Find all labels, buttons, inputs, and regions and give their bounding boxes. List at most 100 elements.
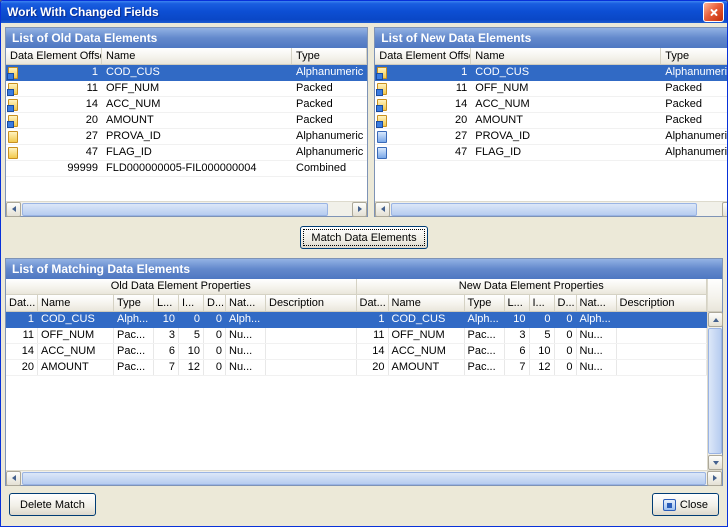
old-panel-title: List of Old Data Elements (6, 28, 367, 48)
offset-value: 14 (455, 97, 467, 112)
offset-cell: 47 (375, 145, 471, 160)
matching-row[interactable]: 11OFF_NUMPac...350Nu...11OFF_NUMPac...35… (6, 328, 707, 344)
match-button-row: Match Data Elements (5, 226, 723, 249)
scroll-left-button[interactable] (375, 202, 390, 217)
delete-match-button[interactable]: Delete Match (9, 493, 96, 516)
scroll-up-button[interactable] (708, 312, 723, 327)
work-with-changed-fields-dialog: Work With Changed Fields List of Old Dat… (0, 0, 728, 527)
name-cell: PROVA_ID (471, 129, 661, 144)
old-list-row[interactable]: 47FLAG_IDAlphanumeric (6, 145, 367, 161)
old-d-cell: 0 (204, 328, 226, 343)
key-field-icon (377, 83, 387, 95)
new-horizontal-scrollbar[interactable] (375, 201, 728, 216)
new-list-row[interactable]: 27PROVA_IDAlphanumeric (375, 129, 728, 145)
scroll-right-button[interactable] (352, 202, 367, 217)
old-list-row[interactable]: 20AMOUNTPacked (6, 113, 367, 129)
old-col-header-2[interactable]: Type (114, 295, 154, 311)
new-name-cell: OFF_NUM (389, 328, 465, 343)
top-panels: List of Old Data Elements Data Element O… (5, 27, 723, 217)
new-list-row[interactable]: 20AMOUNTPacked (375, 113, 728, 129)
old-horizontal-scrollbar[interactable] (6, 201, 367, 216)
old-col-name[interactable]: Name (102, 48, 292, 64)
old-nat-cell: Nu... (226, 328, 266, 343)
type-cell: Packed (292, 113, 367, 128)
scroll-thumb[interactable] (391, 203, 697, 216)
old-col-header-6[interactable]: Nat... (226, 295, 266, 311)
matching-panel-title: List of Matching Data Elements (6, 259, 722, 279)
close-button[interactable]: Close (652, 493, 719, 516)
scroll-thumb[interactable] (708, 328, 722, 454)
old-list-body: 1COD_CUSAlphanumeric11OFF_NUMPacked14ACC… (6, 65, 367, 201)
new-list-body: 1COD_CUSAlphanumeric11OFF_NUMPacked14ACC… (375, 65, 728, 201)
new-col-header-1[interactable]: Name (389, 295, 465, 311)
new-l-cell: 6 (505, 344, 530, 359)
scroll-left-button[interactable] (6, 202, 21, 217)
scroll-thumb[interactable] (22, 203, 328, 216)
matching-row[interactable]: 1COD_CUSAlph...1000Alph...1COD_CUSAlph..… (6, 312, 707, 328)
old-col-header-4[interactable]: I... (179, 295, 204, 311)
scroll-down-button[interactable] (708, 455, 723, 470)
new-list-row[interactable]: 14ACC_NUMPacked (375, 97, 728, 113)
old-name-cell: AMOUNT (38, 360, 114, 375)
offset-value: 99999 (67, 161, 98, 176)
type-cell: Packed (661, 81, 728, 96)
offset-cell: 47 (6, 145, 102, 160)
new-list-row[interactable]: 47FLAG_IDAlphanumeric (375, 145, 728, 161)
new-l-cell: 3 (505, 328, 530, 343)
close-door-icon (663, 499, 676, 511)
old-list-row[interactable]: 99999FLD000000005-FIL000000004Combined (6, 161, 367, 177)
old-col-header-1[interactable]: Name (38, 295, 114, 311)
old-col-header-7[interactable]: Description (266, 295, 357, 311)
scroll-left-button[interactable] (6, 471, 21, 486)
close-window-button[interactable] (703, 2, 724, 22)
new-col-header-6[interactable]: Nat... (577, 295, 617, 311)
matching-vertical-scrollbar[interactable] (707, 279, 722, 470)
name-cell: COD_CUS (471, 65, 661, 80)
old-list-row[interactable]: 27PROVA_IDAlphanumeric (6, 129, 367, 145)
new-col-header-4[interactable]: I... (530, 295, 555, 311)
old-l-cell: 10 (154, 312, 179, 327)
new-col-header-0[interactable]: Dat... (357, 295, 389, 311)
old-col-header-5[interactable]: D... (204, 295, 226, 311)
old-col-type[interactable]: Type (292, 48, 367, 64)
new-properties-half: 20AMOUNTPac...7120Nu... (357, 360, 708, 375)
matching-row[interactable]: 14ACC_NUMPac...6100Nu...14ACC_NUMPac...6… (6, 344, 707, 360)
old-i-cell: 5 (179, 328, 204, 343)
new-col-type[interactable]: Type (661, 48, 728, 64)
old-list-row[interactable]: 11OFF_NUMPacked (6, 81, 367, 97)
old-list-row[interactable]: 14ACC_NUMPacked (6, 97, 367, 113)
old-col-header-3[interactable]: L... (154, 295, 179, 311)
key-field-icon (8, 115, 18, 127)
scroll-right-button[interactable] (707, 471, 722, 486)
field-icon (8, 147, 18, 159)
new-col-header-3[interactable]: L... (505, 295, 530, 311)
old-desc-cell (266, 344, 357, 359)
new-nat-cell: Nu... (577, 344, 617, 359)
type-cell: Alphanumeric (292, 65, 367, 80)
new-col-header-2[interactable]: Type (465, 295, 505, 311)
old-list-row[interactable]: 1COD_CUSAlphanumeric (6, 65, 367, 81)
key-field-icon (377, 99, 387, 111)
title-bar[interactable]: Work With Changed Fields (1, 1, 727, 23)
scroll-thumb[interactable] (22, 472, 706, 485)
field-new-icon (377, 131, 387, 143)
match-data-elements-button[interactable]: Match Data Elements (300, 226, 427, 249)
scroll-right-button[interactable] (722, 202, 728, 217)
new-list-row[interactable]: 11OFF_NUMPacked (375, 81, 728, 97)
name-cell: FLAG_ID (471, 145, 661, 160)
matching-row[interactable]: 20AMOUNTPac...7120Nu...20AMOUNTPac...712… (6, 360, 707, 376)
new-list-row[interactable]: 1COD_CUSAlphanumeric (375, 65, 728, 81)
new-col-header-7[interactable]: Description (617, 295, 708, 311)
new-nat-cell: Nu... (577, 360, 617, 375)
matching-horizontal-scrollbar[interactable] (6, 470, 722, 485)
new-col-name[interactable]: Name (471, 48, 661, 64)
old-properties-group-header: Old Data Element Properties (6, 279, 357, 294)
type-cell: Alphanumeric (292, 129, 367, 144)
old-l-cell: 3 (154, 328, 179, 343)
old-col-offset[interactable]: Data Element Offset (6, 48, 102, 64)
new-col-offset[interactable]: Data Element Offset (375, 48, 471, 64)
name-cell: AMOUNT (102, 113, 292, 128)
offset-cell: 14 (6, 97, 102, 112)
new-col-header-5[interactable]: D... (555, 295, 577, 311)
old-col-header-0[interactable]: Dat... (6, 295, 38, 311)
